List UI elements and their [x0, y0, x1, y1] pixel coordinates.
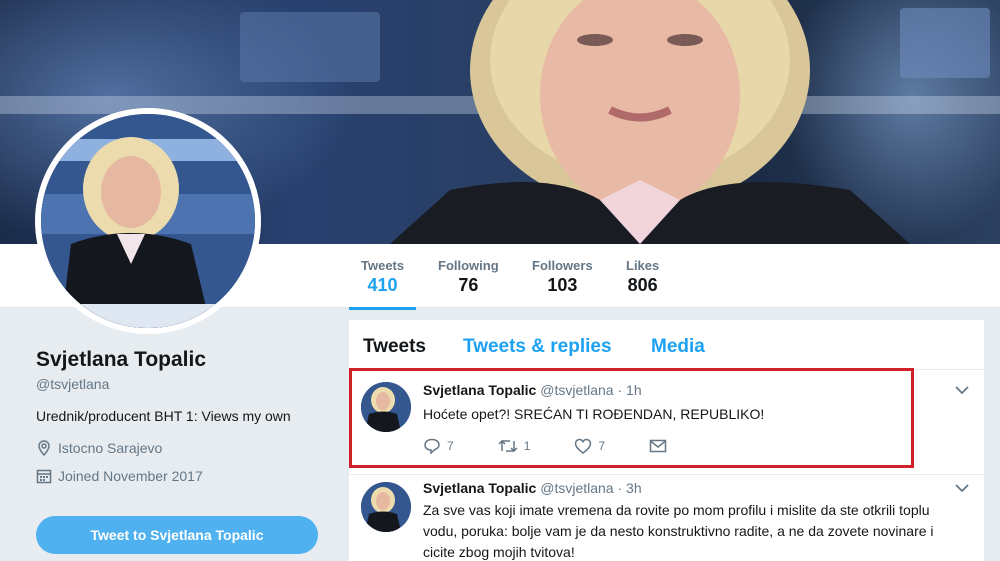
tweet-author-name[interactable]: Svjetlana Topalic — [423, 382, 536, 398]
tweet-item[interactable]: Svjetlana Topalic @tsvjetlana · 1h Hoćet… — [349, 376, 984, 472]
stat-tweets-label: Tweets — [361, 258, 405, 273]
retweet-action[interactable]: 1 — [498, 438, 531, 454]
profile-bio: Urednik/producent BHT 1: Views my own — [36, 408, 291, 424]
stat-following-value: 76 — [458, 275, 479, 295]
tab-tweets-replies[interactable]: Tweets & replies — [463, 336, 612, 358]
tweet-to-button[interactable]: Tweet to Svjetlana Topalic — [36, 516, 318, 554]
avatar-photo — [41, 114, 255, 328]
stat-followers[interactable]: Followers 103 — [532, 258, 593, 296]
reply-count: 7 — [447, 439, 454, 453]
tweet-divider — [349, 474, 984, 475]
tweet-actions: 7 1 7 — [423, 438, 711, 454]
reply-action[interactable]: 7 — [423, 438, 454, 454]
profile-info: Svjetlana Topalic @tsvjetlana Urednik/pr… — [36, 348, 336, 484]
profile-location-text: Istocno Sarajevo — [58, 440, 163, 456]
calendar-icon — [36, 469, 52, 484]
retweet-icon — [498, 439, 518, 453]
stat-tweets[interactable]: Tweets 410 — [348, 258, 417, 310]
tab-tweets[interactable]: Tweets — [363, 336, 426, 358]
heart-icon — [575, 438, 592, 454]
stat-followers-value: 103 — [547, 275, 578, 295]
tweet-author-name[interactable]: Svjetlana Topalic — [423, 480, 536, 496]
chevron-down-icon[interactable] — [955, 480, 969, 496]
tweet-header: Svjetlana Topalic @tsvjetlana · 1h — [423, 382, 642, 398]
tab-media[interactable]: Media — [651, 336, 705, 358]
message-action[interactable] — [649, 438, 667, 454]
like-count: 7 — [598, 439, 606, 453]
stat-following[interactable]: Following 76 — [438, 258, 499, 296]
like-action[interactable]: 7 — [574, 438, 605, 454]
stat-following-label: Following — [438, 258, 499, 273]
timeline-tabs: Tweets Tweets & replies Media — [349, 320, 984, 370]
profile-name[interactable]: Svjetlana Topalic — [36, 348, 336, 372]
profile-handle[interactable]: @tsvjetlana — [36, 376, 336, 392]
stat-likes-label: Likes — [626, 258, 660, 273]
tweet-item[interactable]: Svjetlana Topalic @tsvjetlana · 3h Za sv… — [349, 478, 984, 561]
tweet-header: Svjetlana Topalic @tsvjetlana · 3h — [423, 480, 642, 496]
profile-avatar[interactable] — [35, 108, 261, 334]
tweet-text: Hoćete opet?! SREĆAN TI ROĐENDAN, REPUBL… — [423, 406, 765, 422]
tweet-avatar[interactable] — [361, 482, 411, 532]
timeline: Tweets Tweets & replies Media Svjetlana … — [349, 320, 984, 561]
stat-likes-value: 806 — [627, 275, 658, 295]
reply-icon — [424, 438, 440, 454]
tweet-avatar[interactable] — [361, 382, 411, 432]
profile-location: Istocno Sarajevo — [36, 440, 336, 456]
retweet-count: 1 — [523, 439, 531, 453]
profile-joined: Joined November 2017 — [36, 468, 336, 484]
tweet-text: Za sve vas koji imate vremena da rovite … — [423, 502, 934, 560]
tweet-author-meta[interactable]: @tsvjetlana · 3h — [540, 480, 641, 496]
tweet-author-meta[interactable]: @tsvjetlana · 1h — [540, 382, 641, 398]
stat-followers-label: Followers — [532, 258, 593, 273]
chevron-down-icon[interactable] — [955, 382, 969, 398]
banner-photo — [390, 0, 910, 244]
stat-likes[interactable]: Likes 806 — [626, 258, 659, 296]
stat-tweets-value: 410 — [367, 275, 398, 295]
profile-joined-text: Joined November 2017 — [58, 468, 203, 484]
envelope-icon — [649, 439, 667, 453]
location-pin-icon — [38, 440, 50, 456]
